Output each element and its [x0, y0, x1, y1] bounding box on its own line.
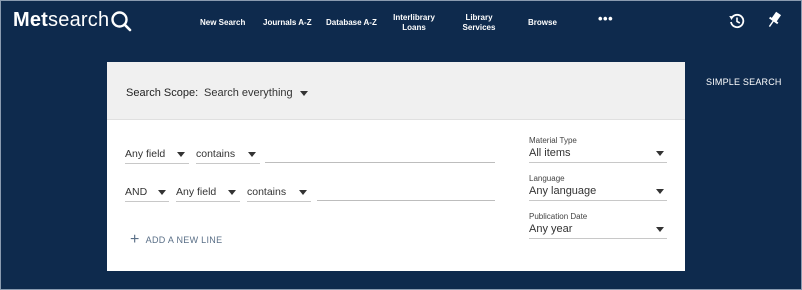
simple-search-link[interactable]: SIMPLE SEARCH: [706, 77, 782, 87]
search-scope-bar: Search Scope: Search everything: [107, 62, 685, 120]
add-new-line-button[interactable]: + ADD A NEW LINE: [130, 231, 223, 248]
nav-database-az[interactable]: Database A-Z: [326, 18, 377, 28]
nav-library-services[interactable]: Library Services: [449, 13, 509, 33]
row2-boolean-value: AND: [125, 186, 148, 198]
pin-icon[interactable]: [766, 11, 782, 35]
row1-operator-value: contains: [196, 148, 236, 160]
row1-operator-select[interactable]: contains: [196, 148, 260, 162]
chevron-down-icon: [248, 152, 256, 157]
more-menu-button[interactable]: •••: [598, 12, 613, 25]
row2-field-value: Any field: [176, 186, 217, 198]
search-scope-select[interactable]: Search everything: [204, 87, 312, 101]
row1-field-value: Any field: [125, 148, 166, 160]
nav-interlibrary-loans[interactable]: Interlibrary Loans: [384, 13, 444, 33]
chevron-down-icon: [158, 190, 166, 195]
divider: [529, 162, 667, 163]
row2-operator-value: contains: [247, 186, 287, 198]
add-new-line-label: ADD A NEW LINE: [145, 235, 223, 245]
chevron-down-icon: [300, 91, 308, 96]
divider: [196, 163, 260, 164]
row1-search-input[interactable]: [265, 162, 495, 163]
chevron-down-icon: [228, 190, 236, 195]
row2-boolean-select[interactable]: AND: [125, 186, 169, 200]
chevron-down-icon: [656, 151, 664, 156]
row1-field-select[interactable]: Any field: [125, 148, 189, 162]
row2-field-select[interactable]: Any field: [176, 186, 240, 200]
nav-new-search[interactable]: New Search: [200, 18, 245, 28]
material-type-select[interactable]: All items: [529, 147, 667, 161]
nav-browse[interactable]: Browse: [528, 18, 557, 28]
material-type-label: Material Type: [529, 136, 577, 145]
chevron-down-icon: [656, 189, 664, 194]
row2-search-input[interactable]: [317, 200, 495, 201]
divider: [529, 200, 667, 201]
material-type-value: All items: [529, 147, 571, 159]
language-label: Language: [529, 174, 565, 183]
chevron-down-icon: [177, 152, 185, 157]
divider: [247, 201, 311, 202]
publication-date-label: Publication Date: [529, 212, 588, 221]
divider: [125, 163, 189, 164]
nav-journals-az[interactable]: Journals A-Z: [263, 18, 312, 28]
search-scope-label: Search Scope:: [126, 87, 199, 99]
divider: [176, 201, 240, 202]
publication-date-value: Any year: [529, 223, 573, 235]
advanced-search-panel: Search Scope: Search everything Any fiel…: [107, 62, 685, 271]
publication-date-select[interactable]: Any year: [529, 223, 667, 237]
history-icon[interactable]: [728, 12, 746, 35]
plus-icon: +: [130, 231, 140, 248]
language-value: Any language: [529, 185, 597, 197]
language-select[interactable]: Any language: [529, 185, 667, 199]
main-nav: New Search Journals A-Z Database A-Z Int…: [1, 13, 801, 35]
divider: [125, 201, 169, 202]
chevron-down-icon: [299, 190, 307, 195]
search-scope-value: Search everything: [204, 87, 293, 99]
divider: [529, 238, 667, 239]
chevron-down-icon: [656, 227, 664, 232]
row2-operator-select[interactable]: contains: [247, 186, 311, 200]
